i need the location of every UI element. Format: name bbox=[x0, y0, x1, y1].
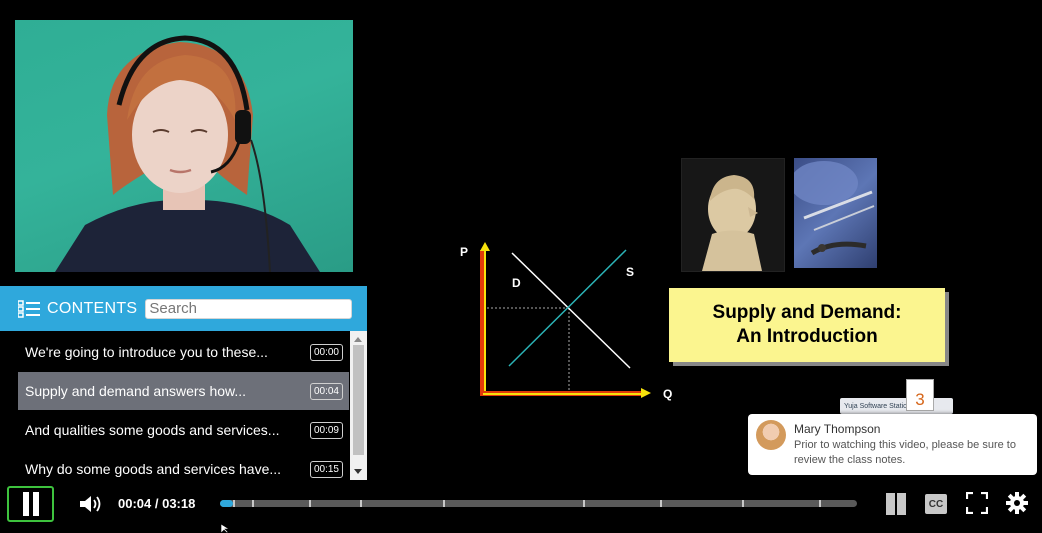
chapter-marker[interactable] bbox=[442, 500, 445, 507]
notification-message: Prior to watching this video, please be … bbox=[794, 439, 1016, 466]
mouse-cursor-icon bbox=[221, 524, 229, 533]
avatar bbox=[756, 420, 786, 450]
chapter-marker[interactable] bbox=[818, 500, 821, 507]
slide-title-box: Supply and Demand: An Introduction bbox=[669, 288, 945, 362]
chapter-marker[interactable] bbox=[251, 500, 254, 507]
calendar-badge-number: 3 bbox=[915, 390, 925, 409]
chapter-title: And qualities some goods and services... bbox=[25, 422, 280, 438]
scroll-up-arrow-icon[interactable] bbox=[354, 337, 362, 342]
captions-label: CC bbox=[928, 498, 944, 510]
fullscreen-icon[interactable] bbox=[966, 492, 988, 514]
pause-button[interactable] bbox=[7, 486, 54, 522]
timecode: 00:04 / 03:18 bbox=[118, 496, 196, 511]
price-axis-label: P bbox=[460, 245, 468, 259]
adam-smith-portrait-image bbox=[681, 158, 785, 272]
progress-fill bbox=[220, 500, 233, 507]
calendar-badge-icon: 3 bbox=[906, 379, 934, 411]
chapter-list-scrollbar[interactable] bbox=[350, 331, 367, 480]
chapter-item[interactable]: And qualities some goods and services...… bbox=[18, 411, 349, 449]
contents-panel: CONTENTS We're going to introduce you to… bbox=[0, 286, 367, 480]
chapter-timestamp: 00:00 bbox=[309, 343, 343, 361]
contents-header: CONTENTS bbox=[0, 286, 367, 331]
chapter-item[interactable]: We're going to introduce you to these...… bbox=[18, 333, 349, 371]
chapter-marker[interactable] bbox=[232, 500, 235, 507]
chapter-title: We're going to introduce you to these... bbox=[25, 344, 268, 360]
progress-bar[interactable] bbox=[220, 500, 857, 507]
chapter-timestamp: 00:15 bbox=[309, 460, 343, 478]
chapter-marker[interactable] bbox=[360, 500, 363, 507]
demand-curve-label: D bbox=[512, 276, 521, 290]
contents-search-input[interactable] bbox=[145, 298, 353, 319]
notification-sender: Mary Thompson bbox=[794, 422, 881, 436]
cutlery-image bbox=[794, 158, 877, 268]
brand-tooltip: Yuja Software Station bbox=[840, 398, 953, 414]
notification-popup[interactable]: Mary Thompson Prior to watching this vid… bbox=[748, 414, 1037, 475]
slide-title-line2: An Introduction bbox=[736, 326, 878, 347]
supply-demand-diagram: P Q D S bbox=[460, 242, 672, 401]
brand-tooltip-text: Yuja Software Station bbox=[844, 402, 911, 410]
chapter-marker[interactable] bbox=[309, 500, 312, 507]
chapter-marker[interactable] bbox=[659, 500, 662, 507]
chapter-title: Supply and demand answers how... bbox=[25, 383, 247, 399]
volume-icon[interactable] bbox=[78, 494, 104, 514]
quantity-axis-label: Q bbox=[663, 387, 672, 401]
closed-captions-icon[interactable]: CC bbox=[925, 494, 947, 514]
chapter-marker[interactable] bbox=[742, 500, 745, 507]
settings-gear-icon[interactable] bbox=[1006, 492, 1028, 514]
chapter-marker[interactable] bbox=[583, 500, 586, 507]
player-controls: 00:04 / 03:18 CC bbox=[0, 484, 1042, 526]
chapter-list: We're going to introduce you to these...… bbox=[0, 331, 367, 480]
pause-icon bbox=[21, 492, 41, 516]
scroll-down-arrow-icon[interactable] bbox=[354, 469, 362, 474]
contents-title: CONTENTS bbox=[47, 299, 138, 317]
scrollbar-thumb[interactable] bbox=[353, 345, 364, 455]
chapter-title: Why do some goods and services have... bbox=[25, 461, 282, 477]
slide-title-line1: Supply and Demand: bbox=[712, 302, 902, 323]
layout-icon[interactable] bbox=[886, 492, 908, 516]
demand-curve bbox=[511, 252, 631, 369]
supply-curve-label: S bbox=[626, 265, 634, 279]
list-icon bbox=[18, 299, 40, 318]
chapter-item[interactable]: Why do some goods and services have... 0… bbox=[18, 450, 349, 480]
chapter-timestamp: 00:09 bbox=[309, 421, 343, 439]
presenter-figure bbox=[55, 35, 320, 272]
chapter-timestamp: 00:04 bbox=[309, 382, 343, 400]
presenter-video bbox=[15, 20, 353, 272]
chapter-item-active[interactable]: Supply and demand answers how... 00:04 bbox=[18, 372, 349, 410]
